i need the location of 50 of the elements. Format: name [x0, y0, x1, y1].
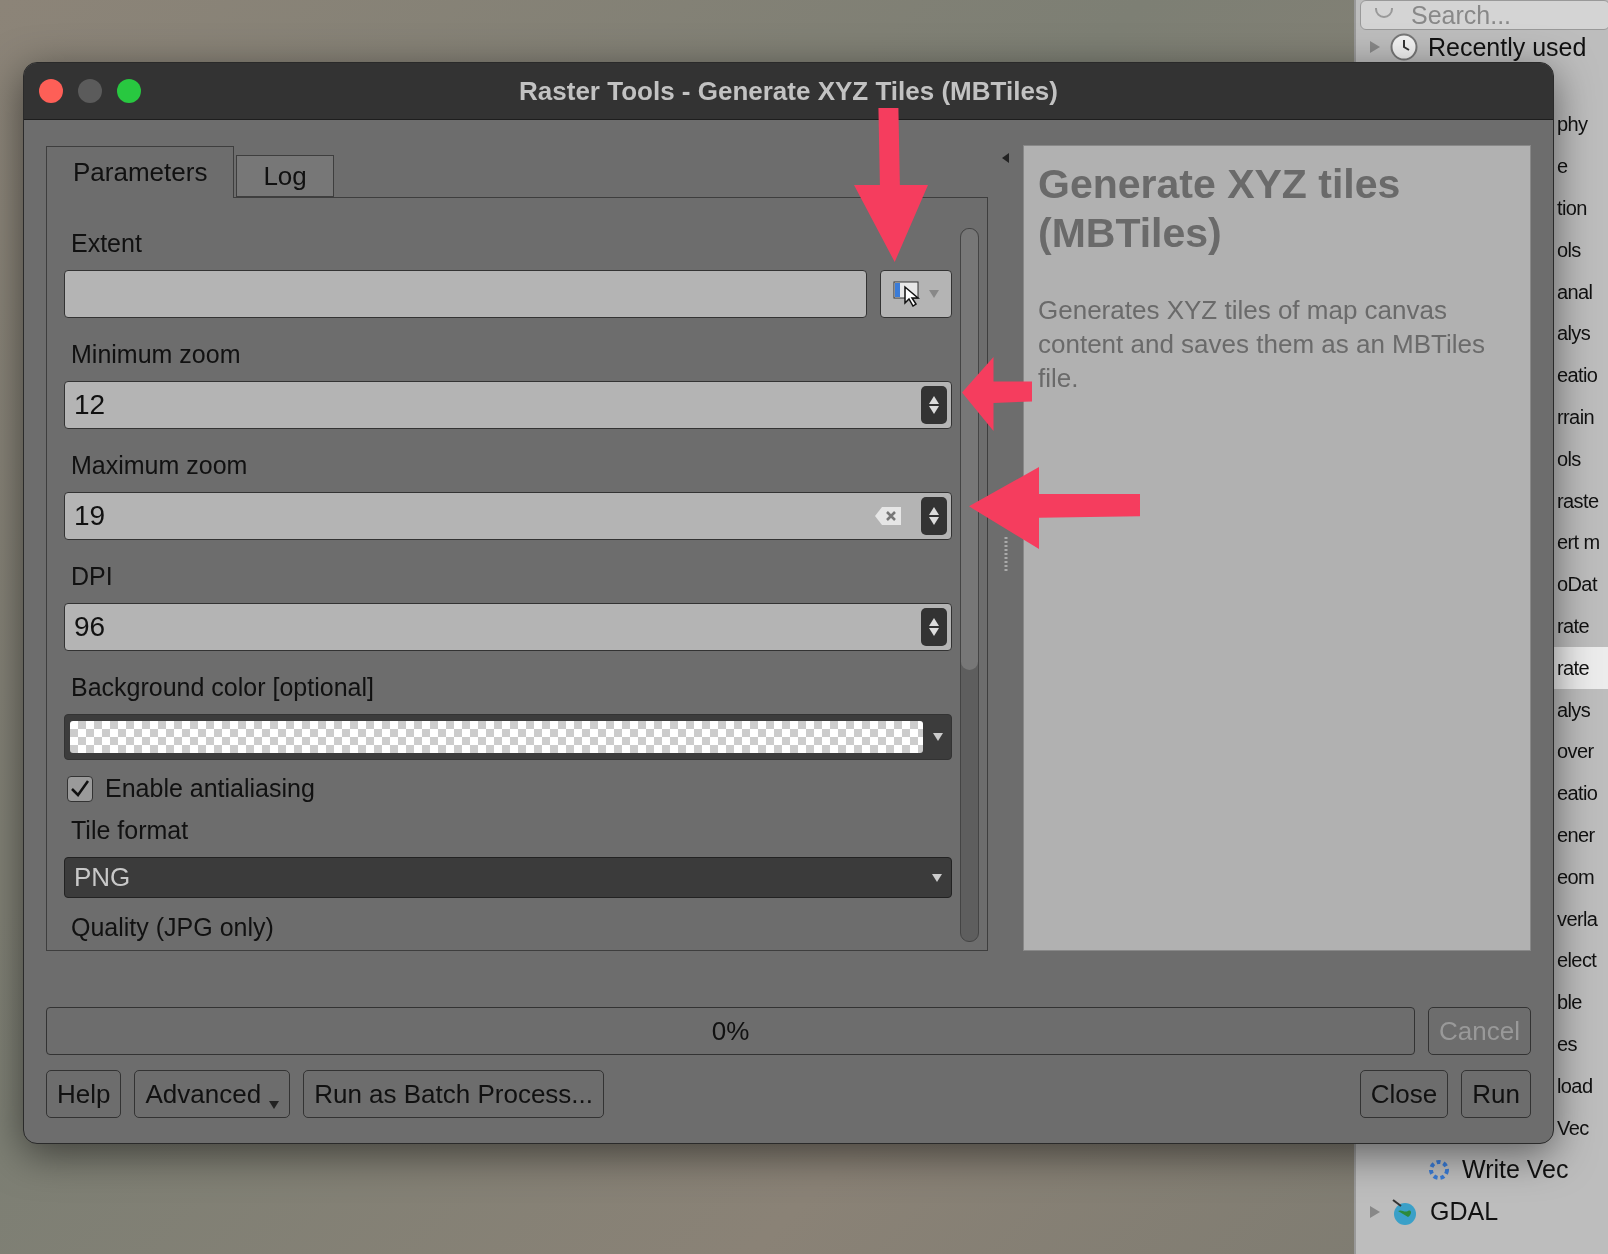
scrollbar[interactable] [960, 228, 979, 942]
field-label: Minimum zoom [70, 339, 242, 369]
caret-icon [932, 873, 942, 882]
field-label: Quality (JPG only) [70, 912, 275, 942]
dialog-button[interactable]: Advanced [134, 1070, 291, 1118]
dropdown-caret-icon [269, 1101, 280, 1109]
field-label: Extent [70, 228, 143, 258]
tree-item[interactable]: Recently used [1356, 30, 1608, 64]
input-field[interactable] [64, 270, 867, 318]
help-title: Generate XYZ tiles (MBTiles) [1038, 160, 1402, 259]
checkbox[interactable] [67, 775, 93, 802]
arrow-icon [962, 357, 1032, 431]
arrow-icon [854, 108, 928, 262]
dropdown[interactable]: PNG [64, 857, 952, 898]
maximize-button[interactable] [117, 79, 141, 103]
field-label: Maximum zoom [70, 450, 249, 480]
extent-picker-button[interactable] [880, 270, 952, 318]
caret-icon [933, 733, 943, 741]
color-picker-button[interactable] [64, 714, 952, 761]
spin-box[interactable]: 96 [64, 603, 952, 651]
window-title: Raster Tools - Generate XYZ Tiles (MBTiles) [519, 75, 1058, 107]
close-button[interactable] [39, 79, 63, 103]
dialog-button[interactable]: Run [1461, 1070, 1531, 1118]
spin-arrows-icon[interactable] [921, 608, 947, 646]
spin-arrows-icon[interactable] [921, 497, 947, 535]
tab[interactable]: Log [236, 155, 334, 197]
clock-icon [1390, 33, 1418, 61]
dialog-button[interactable]: Close [1359, 1070, 1449, 1118]
tree-item[interactable]: Write Vec [1356, 1148, 1608, 1191]
caret-icon [929, 290, 939, 298]
cursor-icon [893, 281, 923, 307]
tree-item[interactable]: GDAL [1356, 1190, 1608, 1233]
collapse-arrow-icon[interactable] [1002, 153, 1009, 163]
field-label: Tile format [70, 815, 190, 846]
expand-arrow-icon [1370, 1205, 1380, 1218]
spin-arrows-icon[interactable] [921, 386, 947, 424]
field-label: DPI [70, 561, 114, 591]
tab[interactable]: Parameters [46, 146, 235, 198]
progress-reading: 0% [711, 1015, 750, 1047]
help-description: Generates XYZ tiles of map canvas content and saves them as an MBTiles file. [1038, 294, 1487, 395]
expand-arrow-icon [1370, 41, 1380, 53]
field-label: Background color [optional] [70, 672, 375, 702]
dialog-button[interactable]: Run as Batch Process... [303, 1070, 605, 1118]
arrow-icon [969, 467, 1140, 549]
spin-box[interactable]: 19 [64, 492, 952, 540]
dialog-button[interactable]: Help [46, 1070, 122, 1118]
spin-box[interactable]: 12 [64, 381, 952, 429]
splitter-handle-icon[interactable] [1003, 537, 1008, 571]
checkbox-label: Enable antialiasing [105, 774, 315, 804]
clear-icon[interactable] [875, 507, 901, 525]
